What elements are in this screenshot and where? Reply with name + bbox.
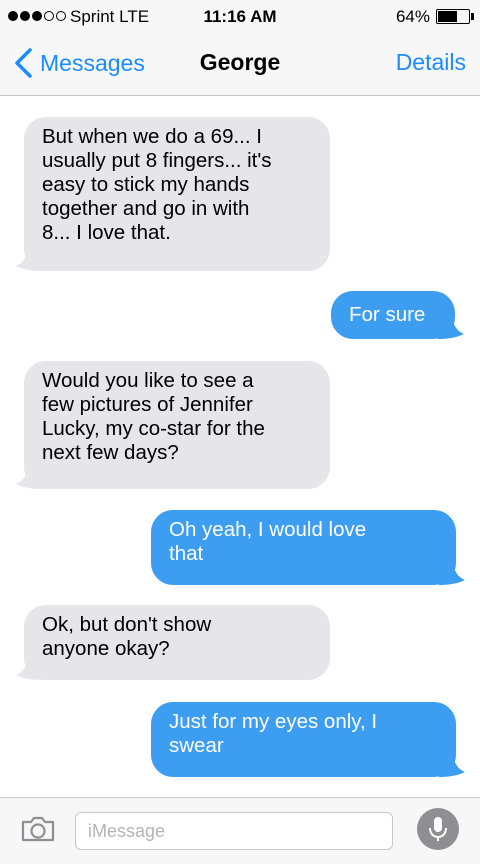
camera-icon[interactable] bbox=[20, 815, 56, 843]
message-text: Oh yeah, I would love that bbox=[169, 518, 367, 565]
nav-bar: Messages George Details bbox=[0, 32, 480, 96]
battery-percent: 64% bbox=[395, 7, 430, 26]
message-text: For sure bbox=[349, 303, 426, 326]
battery-tip bbox=[471, 13, 474, 20]
mic-button[interactable] bbox=[417, 808, 459, 850]
message-text: Ok, but don't show anyone okay? bbox=[42, 613, 212, 660]
message-bubble: But when we do a 69... I usually put 8 f… bbox=[16, 117, 330, 271]
battery-icon bbox=[436, 9, 470, 24]
status-bar: Sprint LTE 11:16 AM 64% bbox=[0, 0, 480, 32]
input-bar bbox=[0, 797, 480, 864]
conversation[interactable]: But when we do a 69... I usually put 8 f… bbox=[0, 97, 480, 797]
message-bubble: Ok, but don't show anyone okay? bbox=[16, 605, 330, 680]
message-bubble: For sure bbox=[331, 291, 464, 339]
details-button[interactable]: Details bbox=[396, 49, 466, 76]
message-bubble: Would you like to see a few pictures of … bbox=[16, 361, 330, 489]
message-text: Would you like to see a few pictures of … bbox=[42, 369, 265, 464]
message-bubble: Just for my eyes only, I swear bbox=[151, 702, 465, 777]
message-bubble: Oh yeah, I would love that bbox=[151, 510, 465, 585]
message-text: But when we do a 69... I usually put 8 f… bbox=[42, 125, 272, 244]
message-input[interactable] bbox=[75, 812, 393, 850]
message-text: Just for my eyes only, I swear bbox=[169, 710, 378, 757]
microphone-icon bbox=[429, 817, 447, 841]
